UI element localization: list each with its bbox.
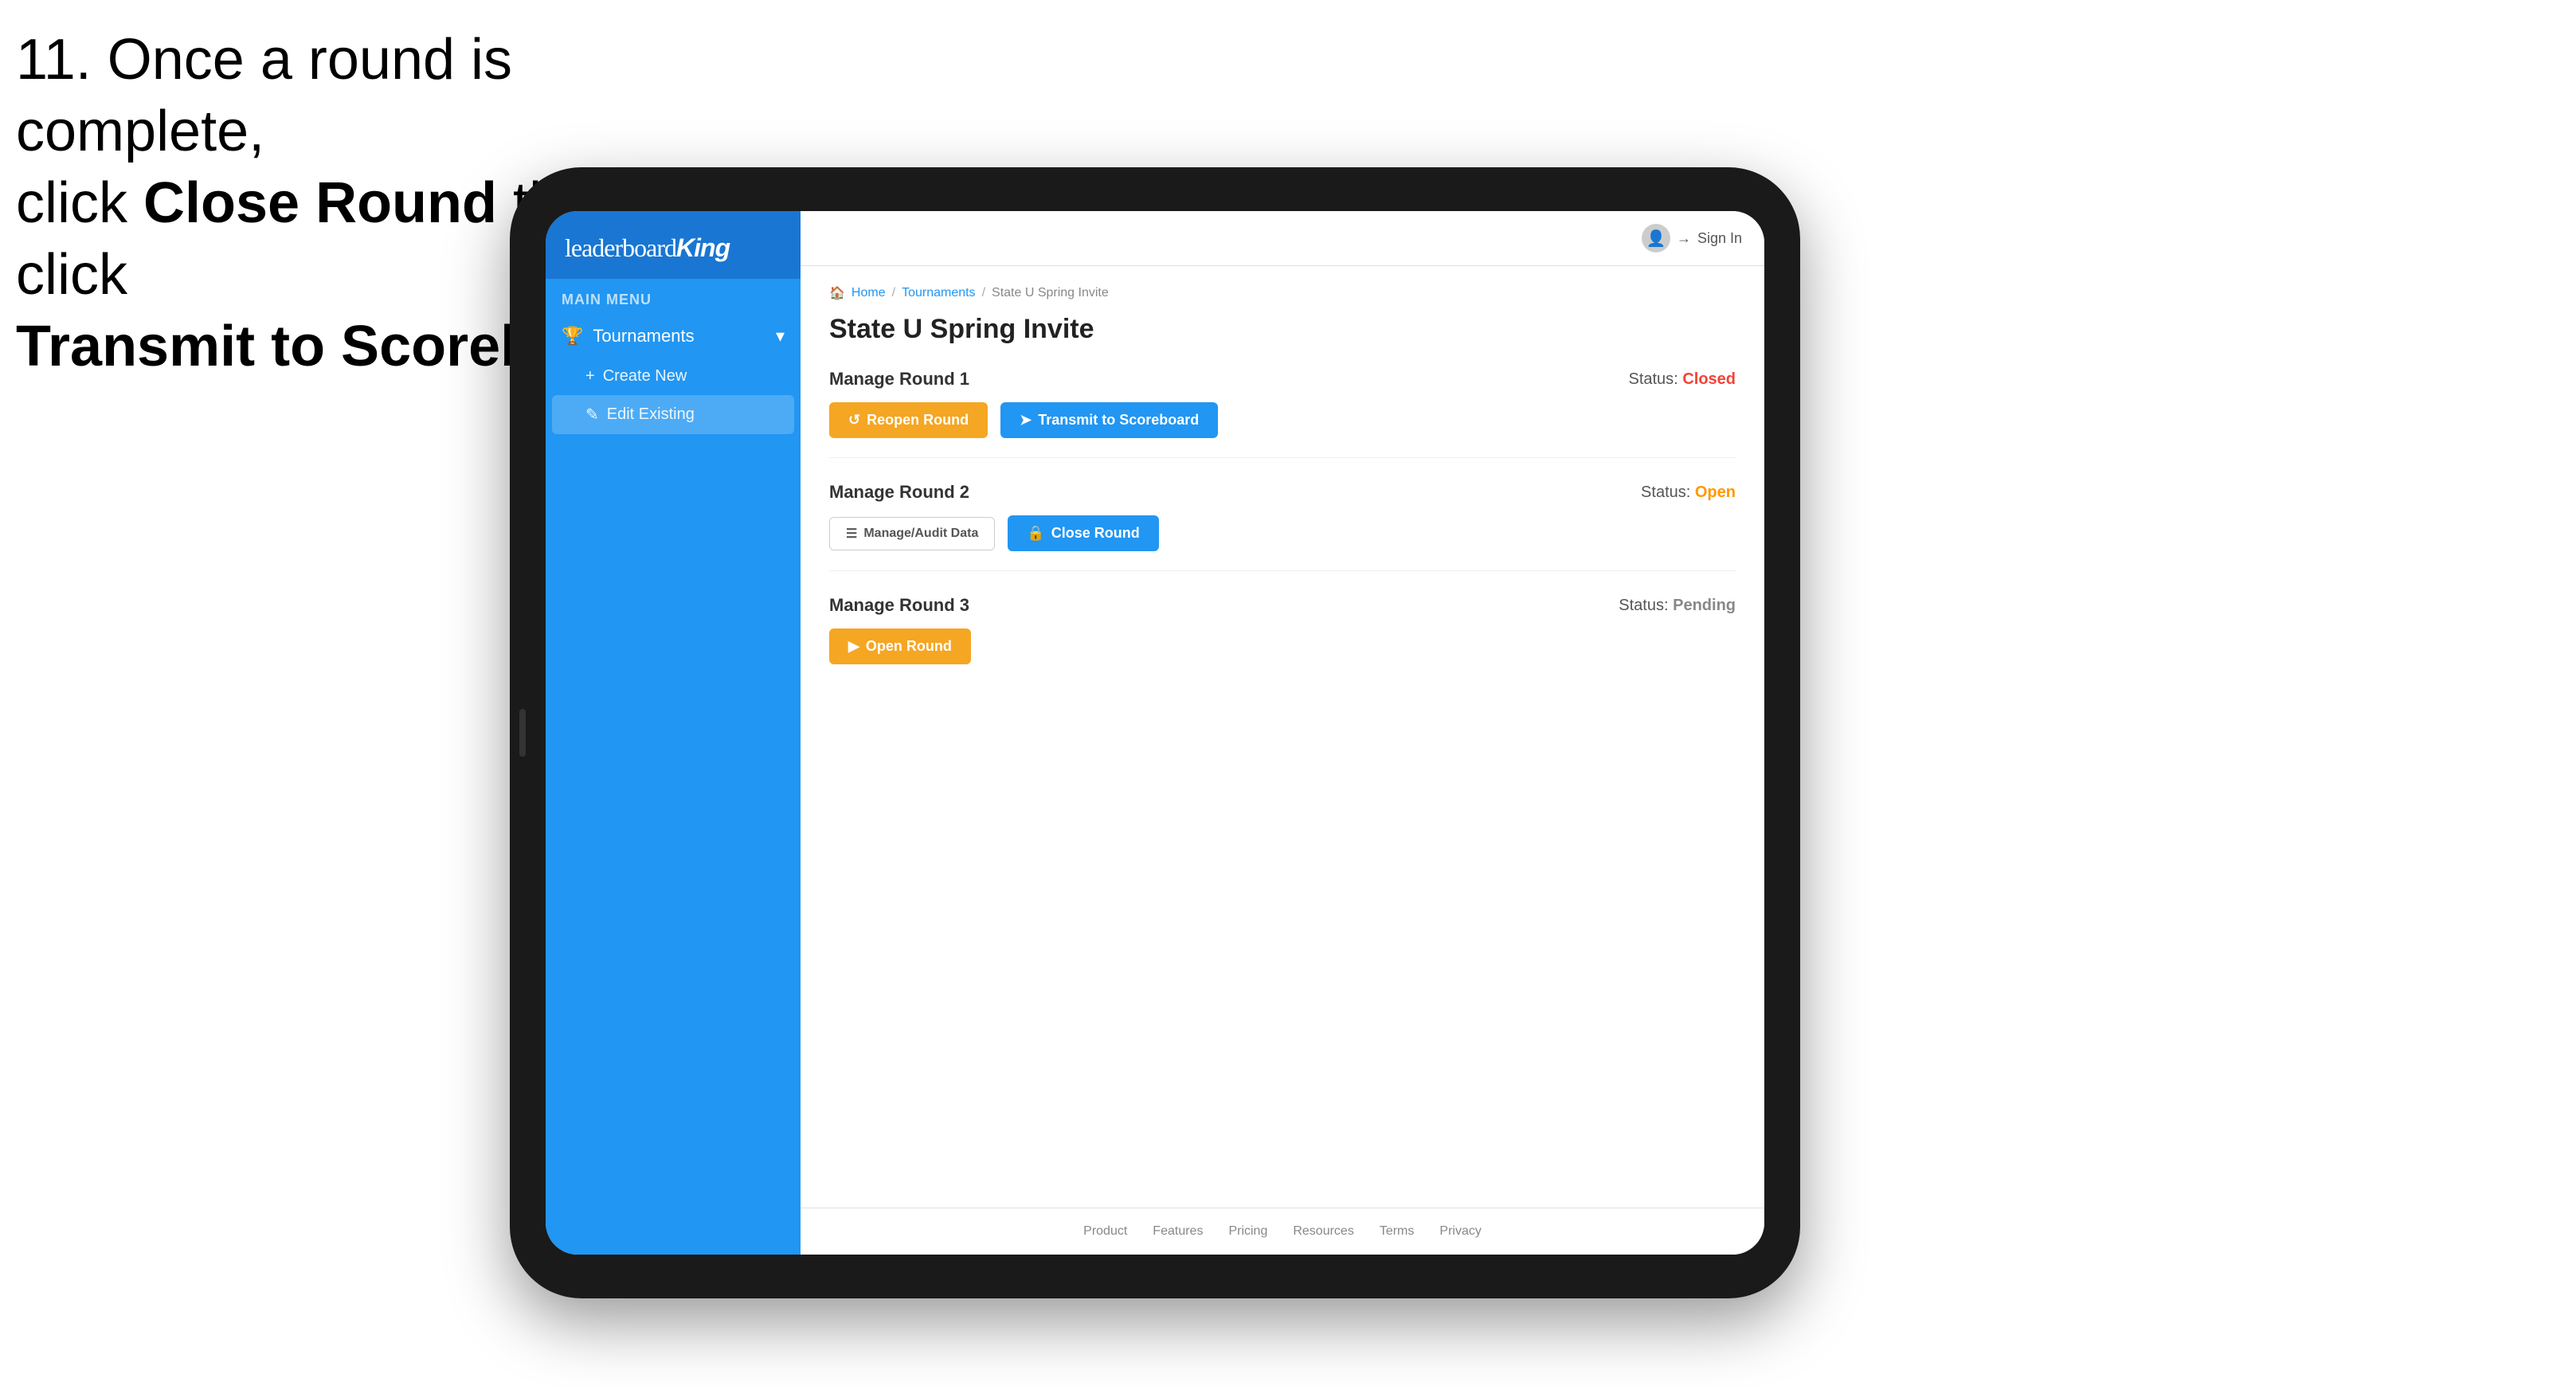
manage-audit-label: Manage/Audit Data: [863, 527, 978, 541]
plus-icon: +: [585, 367, 595, 386]
logo: leaderboardKing: [565, 233, 781, 263]
breadcrumb-home-link[interactable]: Home: [851, 286, 886, 300]
instruction-bold1: Close Round: [143, 171, 497, 235]
tablet-side-button: [519, 709, 526, 757]
tablet-screen: leaderboardKing MAIN MENU 🏆 Tournaments …: [546, 211, 1764, 1255]
round-3-title: Manage Round 3: [829, 595, 969, 616]
round-1-title: Manage Round 1: [829, 369, 969, 390]
page-title: State U Spring Invite: [829, 314, 1736, 345]
round-2-header: Manage Round 2 Status: Open: [829, 482, 1736, 503]
open-round-label: Open Round: [866, 638, 952, 655]
sign-in-text: Sign In: [1697, 230, 1742, 247]
main-content: 👤 → Sign In 🏠 Home / Tournaments /: [801, 211, 1764, 1255]
footer-pricing[interactable]: Pricing: [1228, 1224, 1267, 1239]
top-bar: 👤 → Sign In: [801, 211, 1764, 266]
footer-privacy[interactable]: Privacy: [1439, 1224, 1481, 1239]
close-round-label: Close Round: [1051, 525, 1140, 542]
round-1-status-label: Status:: [1628, 370, 1678, 388]
breadcrumb-sep2: /: [982, 286, 985, 300]
sidebar-item-tournaments[interactable]: 🏆 Tournaments ▾: [546, 315, 801, 358]
round-2-status: Status: Open: [1641, 484, 1736, 502]
manage-audit-button[interactable]: ☰ Manage/Audit Data: [829, 517, 995, 550]
audit-icon: ☰: [846, 526, 857, 542]
open-icon: ▶: [848, 638, 859, 655]
round-1-actions: ↺ Reopen Round ➤ Transmit to Scoreboard: [829, 402, 1736, 438]
reopen-round-label: Reopen Round: [867, 412, 969, 429]
round-3-status-label: Status:: [1619, 597, 1668, 614]
round-2-section: Manage Round 2 Status: Open ☰ Manage/Aud…: [829, 482, 1736, 571]
breadcrumb-sep1: /: [892, 286, 895, 300]
footer: Product Features Pricing Resources Terms…: [801, 1208, 1764, 1255]
footer-resources[interactable]: Resources: [1293, 1224, 1353, 1239]
sidebar-logo: leaderboardKing: [546, 211, 801, 279]
round-3-actions: ▶ Open Round: [829, 628, 1736, 664]
round-1-header: Manage Round 1 Status: Closed: [829, 369, 1736, 390]
footer-product[interactable]: Product: [1083, 1224, 1127, 1239]
sidebar-item-create-new[interactable]: + Create New: [546, 358, 801, 395]
transmit-icon: ➤: [1020, 412, 1032, 429]
instruction-line1: 11. Once a round is complete,: [16, 28, 512, 163]
transmit-scoreboard-button[interactable]: ➤ Transmit to Scoreboard: [1000, 402, 1218, 438]
trophy-icon: 🏆: [562, 326, 583, 346]
close-round-button[interactable]: 🔒 Close Round: [1008, 515, 1158, 551]
breadcrumb-tournaments-link[interactable]: Tournaments: [902, 286, 976, 300]
round-2-status-value: Open: [1695, 484, 1736, 501]
breadcrumb: 🏠 Home / Tournaments / State U Spring In…: [829, 285, 1736, 301]
round-3-header: Manage Round 3 Status: Pending: [829, 595, 1736, 616]
breadcrumb-home: 🏠: [829, 285, 845, 301]
sidebar: leaderboardKing MAIN MENU 🏆 Tournaments …: [546, 211, 801, 1255]
edit-existing-label: Edit Existing: [607, 405, 695, 424]
reopen-round-button[interactable]: ↺ Reopen Round: [829, 402, 988, 438]
breadcrumb-current: State U Spring Invite: [992, 286, 1109, 300]
user-icon: 👤: [1646, 229, 1666, 249]
instruction-line2: click: [16, 171, 143, 235]
round-3-status: Status: Pending: [1619, 597, 1736, 615]
sidebar-section-label: MAIN MENU: [546, 279, 801, 315]
transmit-scoreboard-label: Transmit to Scoreboard: [1038, 412, 1199, 429]
round-1-status: Status: Closed: [1628, 370, 1736, 389]
close-icon: 🔒: [1027, 525, 1044, 542]
footer-features[interactable]: Features: [1153, 1224, 1203, 1239]
round-2-title: Manage Round 2: [829, 482, 969, 503]
chevron-down-icon: ▾: [776, 326, 785, 346]
sign-in-button[interactable]: 👤 → Sign In: [1642, 224, 1742, 253]
avatar: 👤: [1642, 224, 1670, 253]
sidebar-item-edit-existing[interactable]: ✎ Edit Existing: [552, 395, 794, 434]
footer-terms[interactable]: Terms: [1380, 1224, 1415, 1239]
edit-icon: ✎: [585, 405, 599, 425]
sidebar-tournaments-label: Tournaments: [593, 326, 694, 346]
reopen-icon: ↺: [848, 412, 860, 429]
round-3-status-value: Pending: [1673, 597, 1736, 614]
open-round-button[interactable]: ▶ Open Round: [829, 628, 971, 664]
tablet-device: leaderboardKing MAIN MENU 🏆 Tournaments …: [510, 167, 1800, 1298]
round-2-actions: ☰ Manage/Audit Data 🔒 Close Round: [829, 515, 1736, 551]
round-3-section: Manage Round 3 Status: Pending ▶ Open Ro…: [829, 595, 1736, 683]
create-new-label: Create New: [603, 367, 687, 386]
content-area: 🏠 Home / Tournaments / State U Spring In…: [801, 266, 1764, 1208]
round-2-status-label: Status:: [1641, 484, 1690, 501]
app-layout: leaderboardKing MAIN MENU 🏆 Tournaments …: [546, 211, 1764, 1255]
round-1-section: Manage Round 1 Status: Closed ↺ Reopen R…: [829, 369, 1736, 458]
round-1-status-value: Closed: [1682, 370, 1736, 388]
sign-in-label: →: [1677, 230, 1691, 247]
